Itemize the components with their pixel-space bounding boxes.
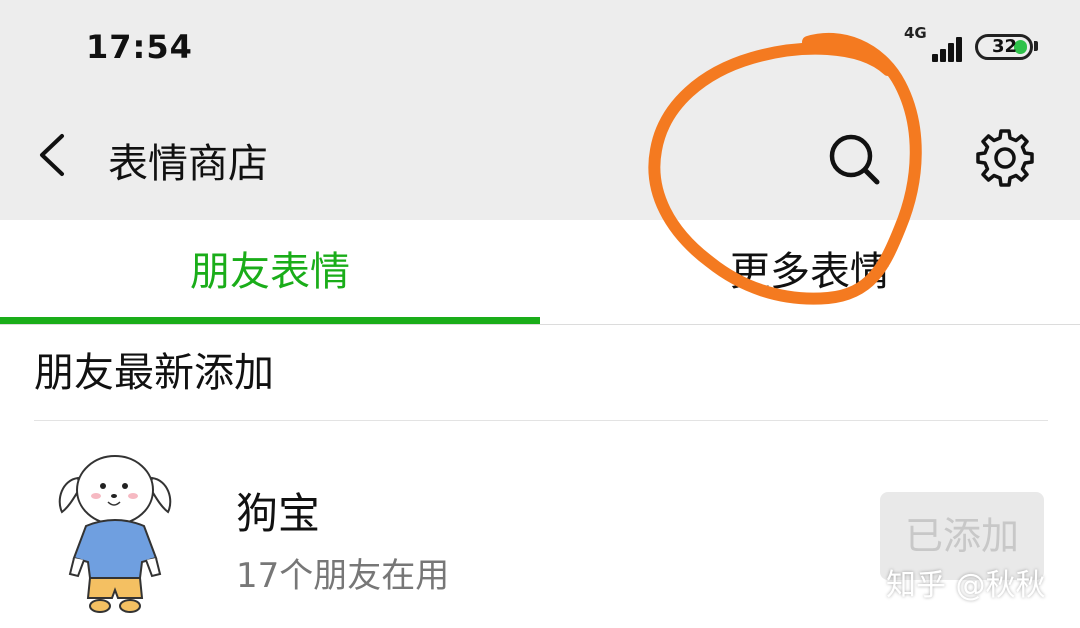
section-title: 朋友最新添加 [34,350,274,396]
watermark: 知乎 @秋秋 [886,568,1046,603]
tab-bar: 朋友表情 更多表情 [0,220,1080,325]
cellular-signal-icon: 4G [900,24,962,64]
gear-icon [976,129,1034,187]
tab-friends-stickers[interactable]: 朋友表情 [0,220,540,324]
chevron-left-icon [40,134,64,176]
battery-icon: 32 [975,34,1033,60]
settings-button[interactable] [970,123,1040,193]
back-button[interactable] [30,130,80,180]
divider [34,420,1048,421]
search-icon [829,134,880,185]
battery-level: 32 [992,36,1018,57]
app-header: 表情商店 [0,95,1080,220]
active-tab-indicator [0,317,540,324]
tab-more-stickers[interactable]: 更多表情 [540,220,1080,324]
puppy-sticker-icon[interactable] [56,450,174,618]
search-button[interactable] [820,125,888,193]
sticker-pack-usage: 17个朋友在用 [236,556,450,596]
status-time: 17:54 [86,28,193,66]
sticker-pack-name[interactable]: 狗宝 [236,480,320,541]
page-title: 表情商店 [108,141,268,187]
status-bar: 17:54 4G 32 [0,0,1080,95]
